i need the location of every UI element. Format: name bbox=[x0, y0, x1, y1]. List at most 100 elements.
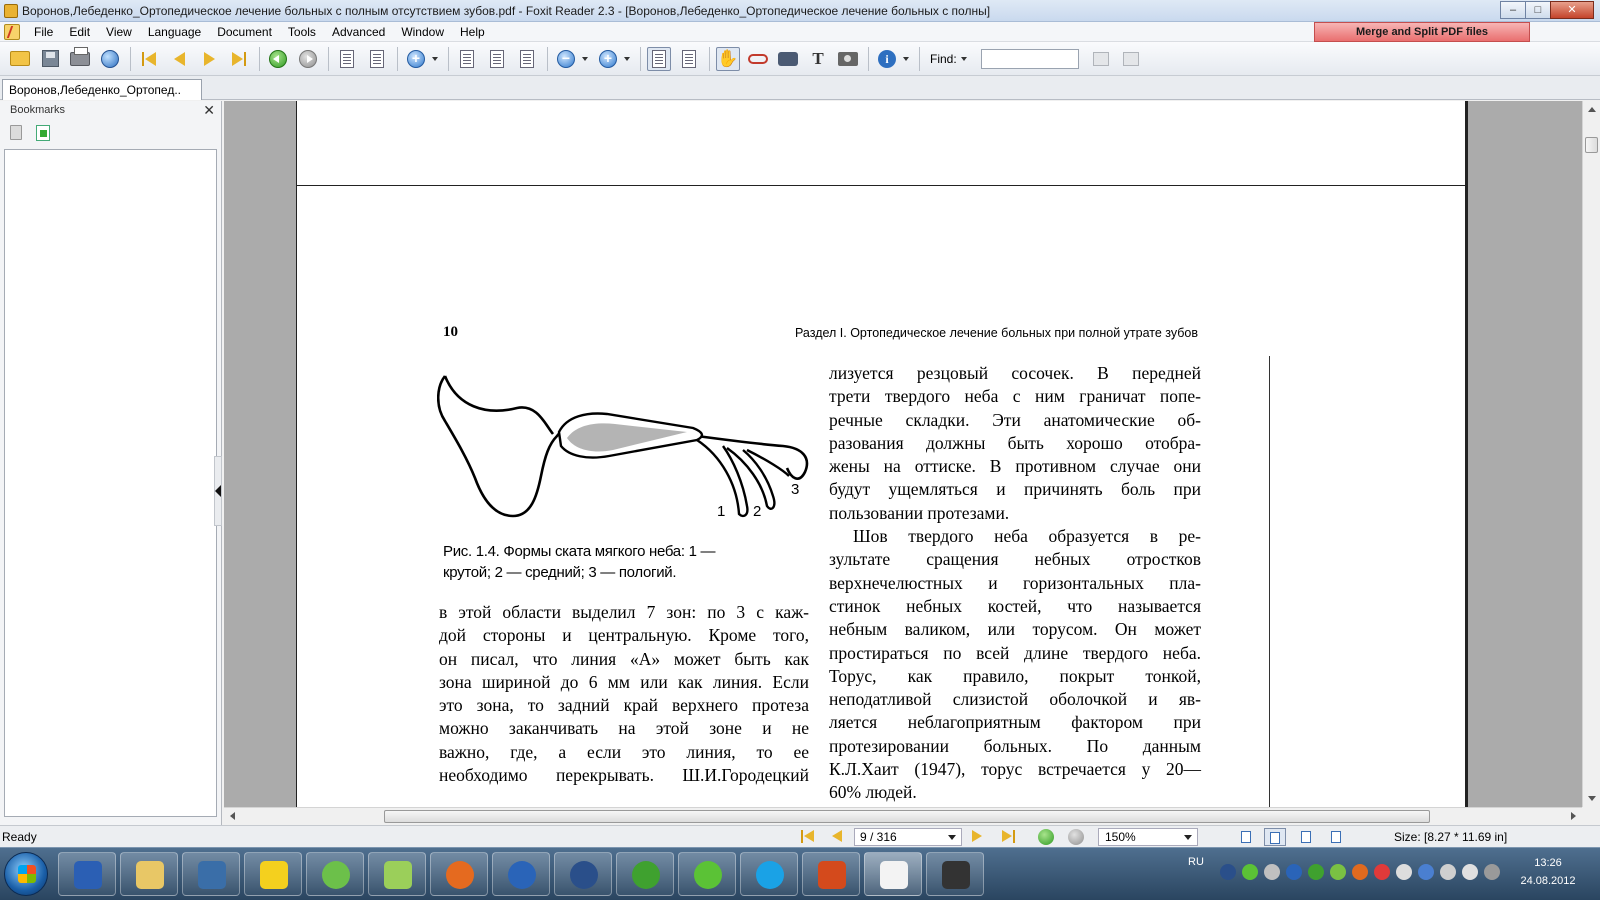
last-page-button[interactable] bbox=[227, 47, 251, 71]
document-view[interactable]: 10 Раздел I. Ортопедическое лечение боль… bbox=[224, 101, 1582, 807]
tray-volume-icon[interactable] bbox=[1462, 864, 1478, 880]
menu-language[interactable]: Language bbox=[140, 23, 209, 41]
find-options-arrow[interactable] bbox=[960, 56, 967, 61]
continuous-button[interactable] bbox=[677, 47, 701, 71]
menu-tools[interactable]: Tools bbox=[280, 23, 324, 41]
taskbar-powerpoint[interactable] bbox=[802, 852, 860, 896]
taskbar-google-earth[interactable] bbox=[492, 852, 550, 896]
info-dropdown-arrow[interactable] bbox=[903, 56, 909, 61]
maximize-button[interactable]: □ bbox=[1525, 0, 1551, 19]
taskbar-ccleaner[interactable] bbox=[554, 852, 612, 896]
scroll-down-icon[interactable] bbox=[1588, 796, 1596, 801]
menu-advanced[interactable]: Advanced bbox=[324, 23, 393, 41]
scroll-left-icon[interactable] bbox=[230, 812, 235, 820]
info-button[interactable]: i bbox=[875, 47, 899, 71]
taskbar-utorrent[interactable] bbox=[616, 852, 674, 896]
delete-bookmark-icon[interactable] bbox=[10, 125, 22, 140]
tray-bluetooth-icon[interactable] bbox=[1418, 864, 1434, 880]
zoom-dropdown-arrow[interactable] bbox=[432, 56, 438, 61]
taskbar-icq[interactable] bbox=[678, 852, 736, 896]
add-bookmark-icon[interactable] bbox=[36, 125, 50, 141]
print-button[interactable] bbox=[68, 46, 92, 71]
tray-ccleaner-icon[interactable] bbox=[1220, 864, 1236, 880]
find-input[interactable] bbox=[980, 48, 1079, 69]
menu-view[interactable]: View bbox=[98, 23, 140, 41]
tray-signal-icon[interactable] bbox=[1484, 864, 1500, 880]
taskbar-firefox[interactable] bbox=[430, 852, 488, 896]
tray-earth-icon[interactable] bbox=[1286, 864, 1302, 880]
minimize-button[interactable]: – bbox=[1500, 0, 1526, 19]
zoom-plus-dropdown-arrow[interactable] bbox=[624, 56, 630, 61]
status-forward-icon[interactable] bbox=[1068, 829, 1084, 845]
taskbar-word[interactable] bbox=[58, 852, 116, 896]
merge-split-button[interactable]: Merge and Split PDF files bbox=[1314, 22, 1530, 42]
taskbar-skype[interactable] bbox=[740, 852, 798, 896]
fit-width-button[interactable] bbox=[515, 47, 539, 71]
taskbar-clock[interactable]: 13:26 24.08.2012 bbox=[1508, 854, 1588, 890]
document-menu-icon[interactable] bbox=[4, 23, 20, 40]
page-selector[interactable]: 9 / 316 bbox=[854, 828, 962, 846]
find-prev-button[interactable] bbox=[1089, 47, 1113, 71]
menu-file[interactable]: File bbox=[26, 23, 61, 41]
zoom-plus-button[interactable]: + bbox=[596, 47, 620, 71]
tray-red-icon[interactable] bbox=[1374, 864, 1390, 880]
collapse-panel-handle[interactable] bbox=[214, 456, 222, 526]
zoom-selector[interactable]: 150% bbox=[1098, 828, 1198, 846]
menu-window[interactable]: Window bbox=[393, 23, 452, 41]
taskbar-greenapp[interactable] bbox=[306, 852, 364, 896]
scroll-up-icon[interactable] bbox=[1588, 107, 1596, 112]
next-page-button[interactable] bbox=[197, 47, 221, 71]
vertical-scrollbar[interactable] bbox=[1582, 101, 1600, 807]
zoom-in-button[interactable]: + bbox=[404, 47, 428, 71]
menu-document[interactable]: Document bbox=[209, 23, 280, 41]
tray-orange-icon[interactable] bbox=[1352, 864, 1368, 880]
close-panel-icon[interactable]: ✕ bbox=[203, 102, 215, 119]
first-page-button[interactable] bbox=[137, 47, 161, 71]
close-button[interactable]: ✕ bbox=[1550, 0, 1594, 19]
save-button[interactable] bbox=[38, 47, 62, 71]
taskbar-kmplayer[interactable] bbox=[182, 852, 240, 896]
continuous-facing-layout-button[interactable] bbox=[1326, 828, 1348, 846]
horizontal-scroll-thumb[interactable] bbox=[384, 810, 1430, 823]
horizontal-scrollbar[interactable] bbox=[224, 807, 1582, 825]
status-last-page-icon[interactable] bbox=[1000, 829, 1016, 845]
scroll-right-icon[interactable] bbox=[1571, 812, 1576, 820]
status-next-page-icon[interactable] bbox=[970, 829, 986, 845]
text-select-button[interactable]: T bbox=[806, 47, 830, 71]
tray-lightning-icon[interactable] bbox=[1264, 864, 1280, 880]
facing-layout-button[interactable] bbox=[1296, 828, 1318, 846]
find-button[interactable] bbox=[776, 47, 800, 71]
document-tab[interactable]: Воронов,Лебеденко_Ортопед.. bbox=[2, 79, 202, 100]
menu-edit[interactable]: Edit bbox=[61, 23, 98, 41]
zoom-out-dropdown-arrow[interactable] bbox=[582, 56, 588, 61]
continuous-layout-button[interactable] bbox=[1264, 828, 1286, 846]
tray-battery-icon[interactable] bbox=[1440, 864, 1456, 880]
taskbar-explorer[interactable] bbox=[120, 852, 178, 896]
taskbar-media[interactable] bbox=[926, 852, 984, 896]
start-button[interactable] bbox=[4, 852, 48, 896]
snapshot-button[interactable] bbox=[836, 47, 860, 71]
back-button[interactable] bbox=[266, 47, 290, 71]
prev-page-button[interactable] bbox=[167, 47, 191, 71]
find-next-button[interactable] bbox=[1119, 47, 1143, 71]
bookmark-tree[interactable] bbox=[4, 149, 217, 817]
open-button[interactable] bbox=[8, 47, 32, 71]
status-back-icon[interactable] bbox=[1038, 829, 1054, 845]
status-first-page-icon[interactable] bbox=[800, 829, 816, 845]
tray-icq-icon[interactable] bbox=[1242, 864, 1258, 880]
actual-size-button[interactable] bbox=[455, 47, 479, 71]
language-indicator[interactable]: RU bbox=[1188, 856, 1204, 868]
hand-tool-button[interactable]: ✋ bbox=[716, 46, 740, 71]
zoom-out-button[interactable]: − bbox=[554, 47, 578, 71]
single-page-button[interactable] bbox=[647, 46, 671, 71]
forward-button[interactable] bbox=[296, 47, 320, 71]
reading-glasses-button[interactable] bbox=[746, 47, 770, 71]
tray-utorrent-icon[interactable] bbox=[1308, 864, 1324, 880]
globe-button[interactable] bbox=[98, 47, 122, 71]
rotate-left-button[interactable] bbox=[335, 47, 359, 71]
taskbar-folder[interactable] bbox=[368, 852, 426, 896]
single-page-layout-button[interactable] bbox=[1236, 828, 1258, 846]
vertical-scroll-thumb[interactable] bbox=[1585, 137, 1598, 153]
taskbar-foxit[interactable] bbox=[864, 852, 922, 896]
taskbar-batman[interactable] bbox=[244, 852, 302, 896]
